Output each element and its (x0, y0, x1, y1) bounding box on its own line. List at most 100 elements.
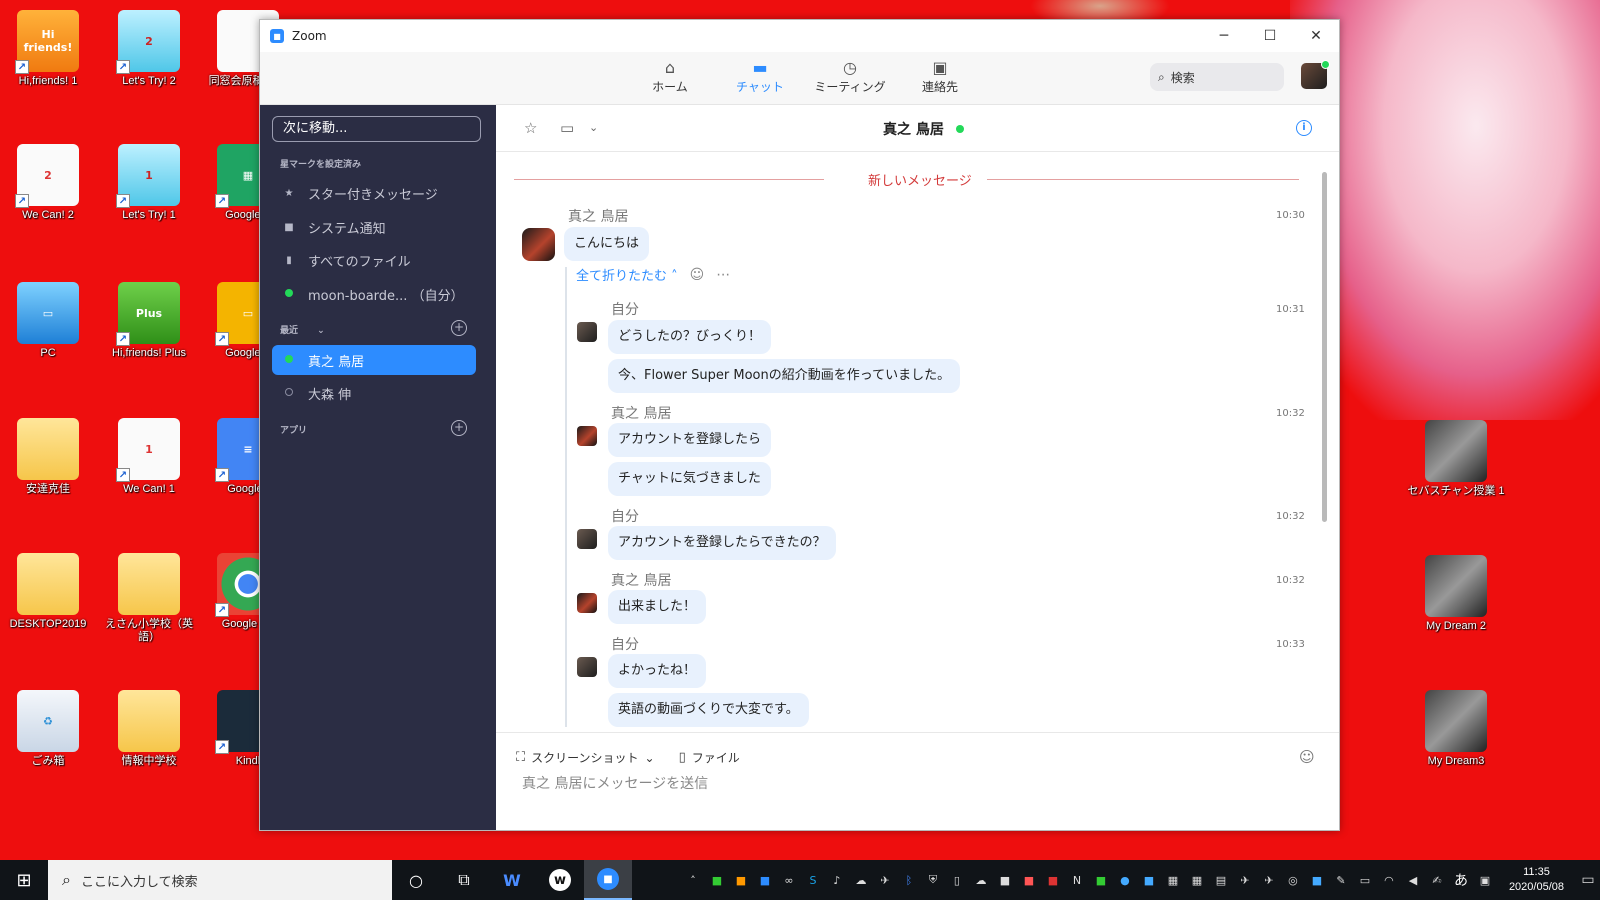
pen-icon[interactable]: ✍ (1425, 860, 1449, 900)
add-app-button[interactable]: + (451, 420, 467, 436)
shield-icon[interactable]: ⛨ (921, 860, 945, 900)
desktop-icon-lets-try-1[interactable]: 1 ↗ Let's Try! 1 (101, 144, 197, 222)
message-bubble[interactable]: チャットに気づきました (608, 462, 771, 496)
message-input[interactable]: 真之 鳥居にメッセージを送信 (522, 773, 708, 793)
minimize-button[interactable]: ─ (1201, 20, 1247, 52)
app-tray-icon[interactable]: ▦ (1185, 860, 1209, 900)
taskbar-search[interactable]: ⌕ ここに入力して検索 (48, 860, 392, 900)
desktop-icon-user-folder[interactable]: 安達克佳 (0, 418, 96, 496)
message-bubble[interactable]: 英語の動画づくりで大変です。 (608, 693, 809, 727)
plane-icon[interactable]: ✈ (873, 860, 897, 900)
app-tray-icon[interactable]: ◎ (1281, 860, 1305, 900)
app-tray-icon[interactable]: ✈ (1233, 860, 1257, 900)
scrollbar-thumb[interactable] (1322, 172, 1327, 522)
microphone-icon[interactable]: ♪ (825, 860, 849, 900)
sidebar-item-system-notifications[interactable]: ■ システム通知 (272, 212, 476, 242)
search-input[interactable]: ⌕ 検索 (1150, 63, 1284, 91)
app-tray-icon[interactable]: ■ (993, 860, 1017, 900)
message-bubble[interactable]: 出来ました！ (608, 590, 707, 624)
tab-home[interactable]: ⌂ ホーム (625, 58, 715, 95)
collapse-all-link[interactable]: 全て折りたたむ ˄ (576, 265, 678, 284)
star-icon[interactable]: ☆ (524, 119, 537, 137)
chevron-down-icon[interactable]: ⌄ (645, 751, 655, 765)
desktop-icon-joho-school[interactable]: 情報中学校 (101, 690, 197, 768)
usb-icon[interactable]: ▯ (945, 860, 969, 900)
ime-mode-icon[interactable]: ▣ (1473, 860, 1497, 900)
info-icon[interactable]: i (1296, 120, 1312, 136)
scrollbar[interactable] (1321, 160, 1327, 720)
wifi-icon[interactable]: ◠ (1377, 860, 1401, 900)
tab-chat[interactable]: ▬ チャット (715, 58, 805, 95)
app-tray-icon[interactable]: ■ (729, 860, 753, 900)
desktop-icon-pc[interactable]: ▭ PC (0, 282, 96, 360)
clock[interactable]: 11:35 2020/05/08 (1497, 865, 1576, 895)
desktop-icon-desktop2019[interactable]: DESKTOP2019 (0, 553, 96, 631)
message-bubble[interactable]: アカウントを登録したら (608, 423, 772, 457)
app-tray-icon[interactable]: ■ (1017, 860, 1041, 900)
message-bubble[interactable]: よかったね！ (608, 654, 707, 688)
title-bar[interactable]: ■ Zoom ─ ☐ ✕ (260, 20, 1339, 52)
avatar[interactable] (577, 529, 597, 549)
video-icon[interactable]: ▭ (560, 119, 574, 137)
desktop-icon-esan-school[interactable]: えさん小学校（英語） (101, 553, 197, 644)
message-bubble[interactable]: 今、Flower Super Moonの紹介動画を作っていました。 (608, 359, 961, 393)
sidebar-item-self[interactable]: moon-boarde... （自分） (272, 279, 476, 309)
app-w-button[interactable]: w (536, 860, 584, 900)
battery-icon[interactable]: ▭ (1353, 860, 1377, 900)
app-tray-icon[interactable]: ▦ (1161, 860, 1185, 900)
add-recent-button[interactable]: + (451, 320, 467, 336)
windows-start-button[interactable]: ⊞ (0, 860, 48, 900)
screenshot-button[interactable]: ⛶ スクリーンショット ⌄ (516, 749, 655, 766)
emoji-icon[interactable]: ☺ (1299, 748, 1315, 766)
tab-contacts[interactable]: ▣ 連絡先 (895, 58, 985, 95)
app-tray-icon[interactable]: ● (1113, 860, 1137, 900)
bluetooth-icon[interactable]: ᛒ (897, 860, 921, 900)
emoji-react-icon[interactable]: ☺ (690, 267, 705, 283)
maximize-button[interactable]: ☐ (1247, 20, 1293, 52)
avatar[interactable] (522, 228, 555, 261)
app-tray-icon[interactable]: ■ (1041, 860, 1065, 900)
avatar[interactable] (577, 322, 597, 342)
ime-indicator[interactable]: あ (1449, 860, 1473, 900)
desktop-icon-we-can-1[interactable]: 1 ↗ We Can! 1 (101, 418, 197, 496)
cortana-button[interactable]: ○ (392, 860, 440, 900)
skype-icon[interactable]: S (801, 860, 825, 900)
message-bubble[interactable]: アカウントを登録したらできたの？ (608, 526, 836, 560)
line-icon[interactable]: ■ (705, 860, 729, 900)
desktop-icon-hi-friends-plus[interactable]: Plus ↗ Hi,friends! Plus (101, 282, 197, 360)
profile-avatar[interactable] (1301, 60, 1330, 89)
message-bubble[interactable]: こんにちは (564, 227, 650, 261)
word-app-button[interactable]: W (488, 860, 536, 900)
show-hidden-icons-button[interactable]: ˄ (681, 860, 705, 900)
message-bubble[interactable]: どうしたの？びっくり！ (608, 320, 772, 354)
desktop-icon-lets-try-2[interactable]: 2 ↗ Let's Try! 2 (101, 10, 197, 88)
sidebar-item-omori[interactable]: 大森 伸 (272, 378, 476, 408)
task-view-button[interactable]: ⧉ (440, 860, 488, 900)
onedrive-icon[interactable]: ☁ (969, 860, 993, 900)
cloud-icon[interactable]: ☁ (849, 860, 873, 900)
app-tray-icon[interactable]: N (1065, 860, 1089, 900)
sidebar-item-torii[interactable]: 真之 鳥居 (272, 345, 476, 375)
sidebar-item-all-files[interactable]: ▮ すべてのファイル (272, 245, 476, 275)
close-button[interactable]: ✕ (1293, 20, 1339, 52)
zoom-app-button[interactable]: ■ (584, 860, 632, 900)
app-tray-icon[interactable]: ▤ (1209, 860, 1233, 900)
avatar[interactable] (577, 426, 597, 446)
link-tray-icon[interactable]: ∞ (777, 860, 801, 900)
app-tray-icon[interactable]: ✈ (1257, 860, 1281, 900)
more-options-icon[interactable]: ⋯ (716, 267, 730, 283)
pin-icon[interactable]: ✎ (1329, 860, 1353, 900)
recent-section-header[interactable]: 最近 ⌄ (280, 323, 325, 336)
app-tray-icon[interactable]: ■ (1137, 860, 1161, 900)
notification-center-icon[interactable]: ▭ (1576, 860, 1600, 900)
tab-meetings[interactable]: ◷ ミーティング (805, 58, 895, 95)
app-tray-icon[interactable]: ■ (1305, 860, 1329, 900)
jump-to-input[interactable]: 次に移動... (272, 116, 481, 142)
avatar[interactable] (577, 657, 597, 677)
desktop-icon-recycle-bin[interactable]: ♻ ごみ箱 (0, 690, 96, 768)
desktop-icon-my-dream-3[interactable]: My Dream3 (1401, 690, 1511, 768)
avatar[interactable] (577, 593, 597, 613)
desktop-icon-sebastian-class[interactable]: セバスチャン授業 1 (1401, 420, 1511, 498)
chevron-down-icon[interactable]: ⌄ (589, 121, 598, 134)
desktop-icon-my-dream-2[interactable]: My Dream 2 (1401, 555, 1511, 633)
